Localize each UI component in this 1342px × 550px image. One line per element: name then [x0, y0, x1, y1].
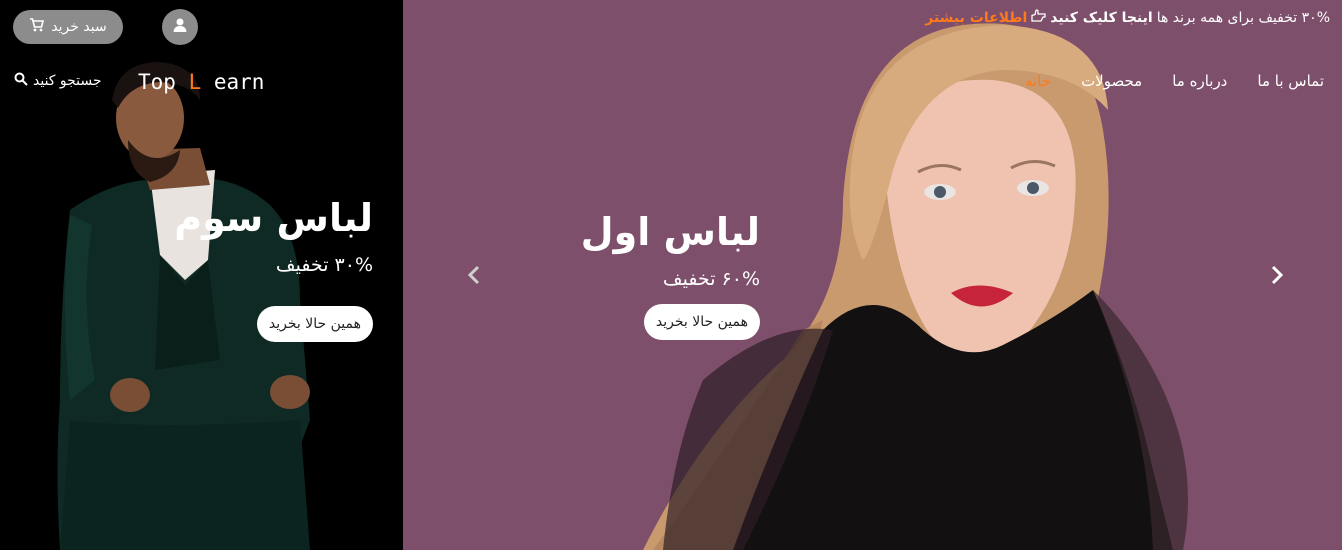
slide-right-buy-button[interactable]: همین حالا بخرید — [643, 303, 760, 340]
logo-text-2: earn — [201, 70, 265, 94]
nav-item-home[interactable]: خانه — [1025, 72, 1051, 90]
cart-button[interactable]: سبد خرید — [13, 10, 123, 44]
main-nav: خانه محصولات درباره ما تماس با ما — [1025, 72, 1324, 90]
nav-item-contact[interactable]: تماس با ما — [1257, 72, 1324, 90]
search-label: جستجو کنید — [33, 73, 102, 89]
nav-item-products[interactable]: محصولات — [1081, 72, 1142, 90]
logo-text-1: Top — [138, 70, 189, 94]
carousel-prev-button[interactable] — [465, 264, 485, 286]
slide-left-title: لباس سوم — [174, 196, 373, 240]
promo-text: ۳۰% تخفیف برای همه برند ها — [1156, 9, 1330, 26]
carousel-next-button[interactable] — [1266, 264, 1286, 286]
cart-label: سبد خرید — [51, 19, 107, 35]
logo-accent: L — [188, 70, 202, 94]
user-button[interactable] — [162, 9, 198, 45]
chevron-right-icon — [1266, 265, 1286, 290]
slide-left-buy-button[interactable]: همین حالا بخرید — [256, 305, 373, 342]
user-icon — [172, 17, 188, 37]
promo-click-here[interactable]: اینجا کلیک کنید — [1050, 10, 1152, 26]
nav-item-about[interactable]: درباره ما — [1172, 72, 1227, 90]
logo[interactable]: Top L earn — [138, 70, 264, 94]
slide-right-title: لباس اول — [580, 210, 760, 254]
slide-left-caption: لباس سوم ۳۰% تخفیف همین حالا بخرید — [113, 196, 373, 342]
hand-pointer-icon — [1031, 9, 1046, 26]
slide-left-discount: ۳۰% تخفیف — [275, 253, 373, 276]
cart-icon — [29, 17, 45, 37]
search-icon — [14, 72, 28, 90]
promo-more-info-link[interactable]: اطلاعات بیشتر — [925, 10, 1027, 26]
slide-right-caption: لباس اول ۶۰% تخفیف همین حالا بخرید — [500, 210, 760, 340]
slide-right-discount: ۶۰% تخفیف — [662, 267, 760, 290]
search-button[interactable]: جستجو کنید — [14, 72, 102, 90]
chevron-left-icon — [465, 265, 485, 290]
promo-banner: ۳۰% تخفیف برای همه برند ها اینجا کلیک کن… — [925, 9, 1330, 26]
